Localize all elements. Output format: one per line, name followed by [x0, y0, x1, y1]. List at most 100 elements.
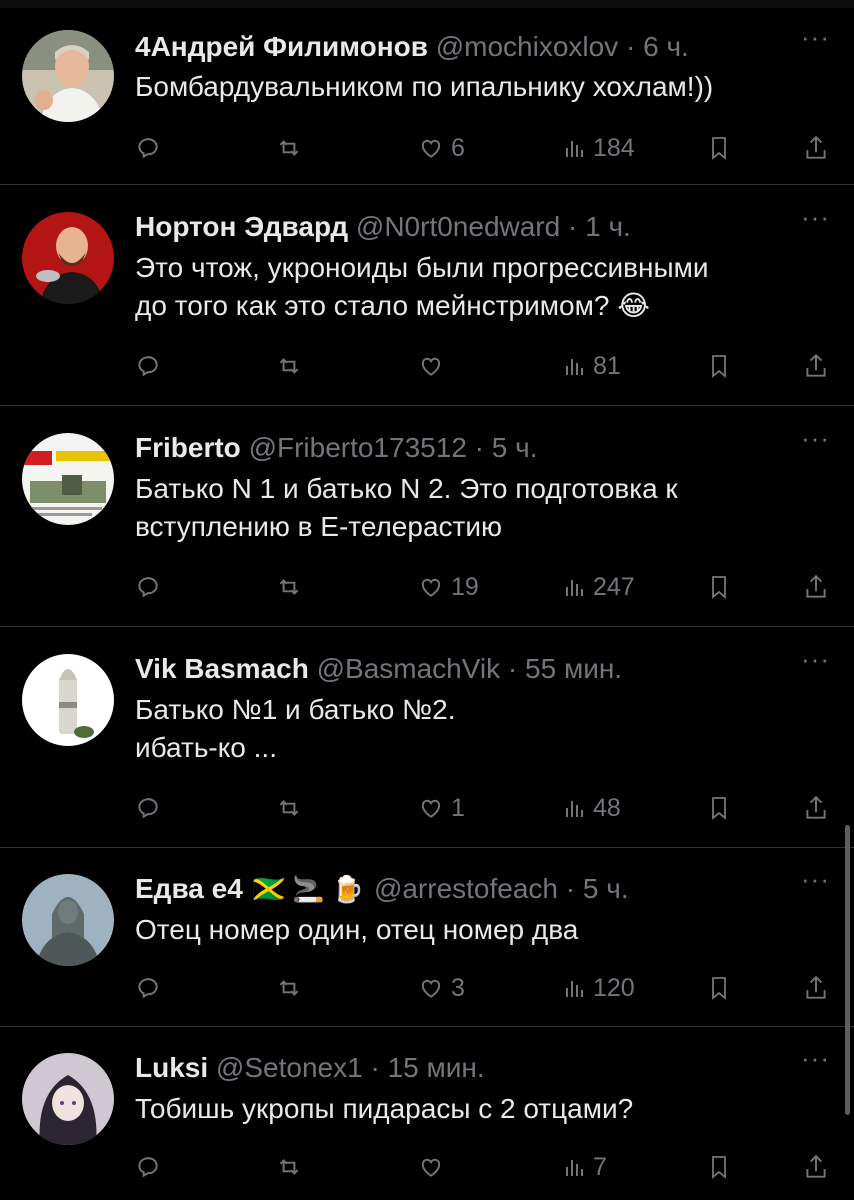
views-button[interactable]: 7	[563, 1149, 607, 1185]
reply-icon	[135, 353, 161, 379]
like-count: 1	[451, 793, 465, 822]
views-icon	[563, 975, 587, 1001]
retweet-icon	[275, 135, 303, 161]
bookmark-icon	[707, 134, 731, 162]
reply-item[interactable]: Нортон Эдвард @N0rt0nedward · 1 ч. ··· Э…	[0, 185, 854, 406]
action-bar: 7	[135, 1149, 835, 1185]
share-button[interactable]	[803, 1149, 829, 1185]
display-name[interactable]: Luksi	[135, 1052, 208, 1083]
bookmark-icon	[707, 352, 731, 380]
more-options-icon[interactable]: ···	[801, 423, 830, 454]
action-bar: 19 247	[135, 569, 835, 605]
views-count: 247	[593, 572, 635, 601]
bookmark-button[interactable]	[707, 790, 731, 826]
like-button[interactable]	[417, 348, 451, 384]
handle[interactable]: @Setonex1	[216, 1052, 363, 1083]
views-button[interactable]: 247	[563, 569, 635, 605]
bookmark-icon	[707, 794, 731, 822]
more-options-icon[interactable]: ···	[801, 864, 830, 895]
retweet-button[interactable]	[275, 569, 303, 605]
views-button[interactable]: 120	[563, 970, 635, 1006]
share-button[interactable]	[803, 130, 829, 166]
reply-button[interactable]	[135, 569, 161, 605]
more-options-icon[interactable]: ···	[801, 644, 830, 675]
display-name[interactable]: Едва е4	[135, 873, 243, 904]
reply-icon	[135, 795, 161, 821]
display-name[interactable]: Vik Basmach	[135, 653, 309, 684]
more-options-icon[interactable]: ···	[801, 202, 830, 233]
scrollbar[interactable]	[845, 825, 850, 1115]
reply-header: Нортон Эдвард @N0rt0nedward · 1 ч.	[135, 210, 631, 244]
like-button[interactable]: 6	[417, 130, 465, 166]
retweet-button[interactable]	[275, 790, 303, 826]
views-icon	[563, 795, 587, 821]
like-button[interactable]: 3	[417, 970, 465, 1006]
handle[interactable]: @mochixoxlov	[436, 31, 618, 62]
share-button[interactable]	[803, 790, 829, 826]
avatar[interactable]	[22, 1053, 114, 1145]
display-name[interactable]: Friberto	[135, 432, 241, 463]
like-icon	[417, 574, 445, 600]
views-icon	[563, 353, 587, 379]
reply-button[interactable]	[135, 348, 161, 384]
timestamp[interactable]: 15 мин.	[388, 1052, 485, 1083]
reply-item[interactable]: Luksi @Setonex1 · 15 мин. ··· Тобишь укр…	[0, 1027, 854, 1200]
handle[interactable]: @N0rt0nedward	[356, 211, 560, 242]
reply-icon	[135, 574, 161, 600]
retweet-button[interactable]	[275, 1149, 303, 1185]
like-button[interactable]	[417, 1149, 451, 1185]
reply-header: Luksi @Setonex1 · 15 мин.	[135, 1051, 485, 1085]
reply-item[interactable]: Vik Basmach @BasmachVik · 55 мин. ··· Ба…	[0, 627, 854, 848]
more-options-icon[interactable]: ···	[801, 1043, 830, 1074]
share-button[interactable]	[803, 970, 829, 1006]
bookmark-button[interactable]	[707, 970, 731, 1006]
reply-button[interactable]	[135, 1149, 161, 1185]
reply-item[interactable]: Friberto @Friberto173512 · 5 ч. ··· Бать…	[0, 406, 854, 627]
separator: ·	[507, 653, 518, 684]
retweet-icon	[275, 353, 303, 379]
handle[interactable]: @arrestofeach	[374, 873, 558, 904]
avatar[interactable]	[22, 654, 114, 746]
share-icon	[803, 794, 829, 822]
avatar[interactable]	[22, 30, 114, 122]
like-button[interactable]: 1	[417, 790, 465, 826]
views-icon	[563, 1154, 587, 1180]
reply-button[interactable]	[135, 790, 161, 826]
handle[interactable]: @Friberto173512	[249, 432, 467, 463]
views-button[interactable]: 184	[563, 130, 635, 166]
avatar[interactable]	[22, 433, 114, 525]
timestamp[interactable]: 5 ч.	[583, 873, 629, 904]
timestamp[interactable]: 55 мин.	[525, 653, 622, 684]
timestamp[interactable]: 1 ч.	[585, 211, 631, 242]
retweet-button[interactable]	[275, 130, 303, 166]
like-button[interactable]: 19	[417, 569, 479, 605]
share-button[interactable]	[803, 569, 829, 605]
bookmark-button[interactable]	[707, 1149, 731, 1185]
views-button[interactable]: 48	[563, 790, 621, 826]
separator: ·	[565, 873, 576, 904]
share-button[interactable]	[803, 348, 829, 384]
separator: ·	[370, 1052, 380, 1083]
reply-item[interactable]: 4Андрей Филимонов @mochixoxlov · 6 ч. ··…	[0, 22, 854, 185]
reply-button[interactable]	[135, 970, 161, 1006]
timestamp[interactable]: 5 ч.	[492, 432, 538, 463]
display-name[interactable]: Нортон Эдвард	[135, 211, 348, 242]
bookmark-button[interactable]	[707, 569, 731, 605]
bookmark-button[interactable]	[707, 130, 731, 166]
share-icon	[803, 1153, 829, 1181]
timestamp[interactable]: 6 ч.	[643, 31, 689, 62]
more-options-icon[interactable]: ···	[801, 22, 830, 53]
reply-icon	[135, 975, 161, 1001]
handle[interactable]: @BasmachVik	[317, 653, 501, 684]
reply-text: Батько №1 и батько №2. ибать-ко ...	[135, 694, 456, 763]
bookmark-button[interactable]	[707, 348, 731, 384]
retweet-button[interactable]	[275, 970, 303, 1006]
reply-button[interactable]	[135, 130, 161, 166]
avatar[interactable]	[22, 212, 114, 304]
display-name[interactable]: 4Андрей Филимонов	[135, 31, 428, 62]
reply-item[interactable]: Едва е4 🇯🇲 🚬 🍺 @arrestofeach · 5 ч. ··· …	[0, 848, 854, 1027]
views-button[interactable]: 81	[563, 348, 621, 384]
retweet-button[interactable]	[275, 348, 303, 384]
like-count: 19	[451, 572, 479, 601]
avatar[interactable]	[22, 874, 114, 966]
